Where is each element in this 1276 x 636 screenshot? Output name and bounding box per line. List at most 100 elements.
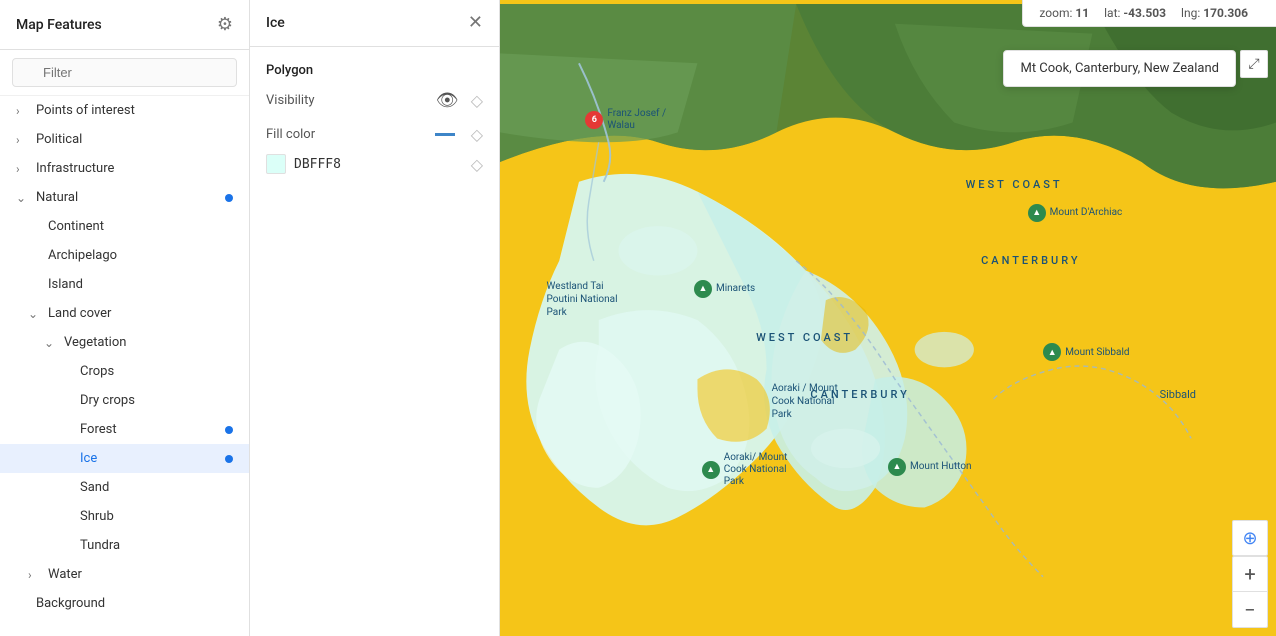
tree-item-label-background: Background [36, 596, 233, 611]
filter-wrap: ☰ [12, 58, 237, 87]
tree-item-label-sand: Sand [80, 480, 233, 495]
tree-item-label-island: Island [48, 277, 233, 292]
hutton-label: Mount Hutton [910, 461, 972, 472]
chevron-icon-water: › [28, 568, 44, 582]
aoraki-2-pin-circle: ▲ [702, 461, 720, 479]
mount-hutton-pin: ▲ Mount Hutton [888, 458, 972, 476]
visibility-label: Visibility [266, 93, 315, 108]
tree-item-infrastructure[interactable]: ›Infrastructure [0, 154, 249, 183]
lng-label: lng: 170.306 [1181, 6, 1248, 20]
left-header: Map Features ⚙ [0, 0, 249, 50]
chevron-icon-natural: ⌄ [16, 191, 32, 205]
tree-item-label-tundra: Tundra [80, 538, 233, 553]
mount-darchiac-pin: ▲ Mount D'Archiac [1028, 204, 1123, 222]
tree-item-political[interactable]: › Political [0, 125, 249, 154]
color-diamond-icon[interactable]: ◇ [471, 155, 483, 174]
tree-item-label-forest: Forest [80, 422, 221, 437]
tree-item-label-water: Water [48, 567, 233, 582]
fill-color-row: Fill color ◇ [266, 125, 483, 144]
middle-header: Ice ✕ [250, 0, 499, 47]
tree-item-forest[interactable]: Forest [0, 415, 249, 444]
polygon-label: Polygon [266, 63, 483, 78]
hutton-pin-circle: ▲ [888, 458, 906, 476]
zoom-label: zoom: 11 [1039, 6, 1089, 20]
tree-item-shrub[interactable]: Shrub [0, 502, 249, 531]
tree-item-label-continent: Continent [48, 219, 233, 234]
dot-indicator-ice [225, 455, 233, 463]
tree-item-points-of-interest[interactable]: › Points of interest [0, 96, 249, 125]
franz-josef-pin: 6 Franz Josef / Walau [585, 108, 667, 132]
color-preview[interactable]: DBFFF8 [266, 154, 341, 174]
tree-item-label-crops: Crops [80, 364, 233, 379]
tree-item-label-natural: Natural [36, 190, 221, 205]
map-topbar: zoom: 11 lat: -43.503 lng: 170.306 [1022, 0, 1276, 27]
visibility-icon[interactable]: 👁 [436, 90, 459, 111]
color-swatch-row: DBFFF8 ◇ [266, 154, 483, 174]
color-swatch [266, 154, 286, 174]
color-hex-value: DBFFF8 [294, 157, 341, 172]
close-button[interactable]: ✕ [468, 14, 483, 32]
zoom-in-button[interactable]: + [1232, 556, 1268, 592]
left-panel-title: Map Features [16, 17, 102, 33]
tree-item-archipelago[interactable]: Archipelago [0, 241, 249, 270]
fill-color-diamond-icon[interactable]: ◇ [471, 125, 483, 144]
mount-sibbald-pin: ▲ Mount Sibbald [1043, 343, 1129, 361]
locate-button[interactable]: ⊕ [1232, 520, 1268, 556]
minarets-pin: ▲ Minarets [694, 280, 755, 298]
dot-indicator-forest [225, 426, 233, 434]
tree-item-water[interactable]: › Water [0, 560, 249, 589]
franz-josef-label: Franz Josef / Walau [607, 108, 667, 132]
dot-indicator-natural [225, 194, 233, 202]
tree-item-label-political: Political [36, 132, 233, 147]
tree-container: ›Points of interest›Political›Infrastruc… [0, 96, 249, 618]
sibbald-label: Mount Sibbald [1065, 347, 1129, 358]
tree-item-label-archipelago: Archipelago [48, 248, 233, 263]
lat-label: lat: -43.503 [1104, 6, 1166, 20]
aoraki-2-pin: ▲ Aoraki/ Mount Cook National Park [702, 452, 794, 488]
tree-item-label-shrub: Shrub [80, 509, 233, 524]
tree-item-tundra[interactable]: Tundra [0, 531, 249, 560]
chevron-icon-political: › [16, 133, 32, 147]
tree-item-dry-crops[interactable]: Dry crops [0, 386, 249, 415]
visibility-diamond-icon[interactable]: ◇ [471, 91, 483, 110]
tree-item-label-dry-crops: Dry crops [80, 393, 233, 408]
minarets-label: Minarets [716, 283, 755, 294]
minarets-pin-circle: ▲ [694, 280, 712, 298]
lng-value: 170.306 [1203, 6, 1248, 20]
tree-item-land-cover[interactable]: ⌄Land cover [0, 299, 249, 328]
zoom-out-button[interactable]: − [1232, 592, 1268, 628]
darchiac-pin-circle: ▲ [1028, 204, 1046, 222]
left-panel: Map Features ⚙ ☰ › Points of interest › Pol… [0, 0, 250, 636]
tree-item-vegetation[interactable]: ⌄Vegetation [0, 328, 249, 357]
tree-item-label-ice: Ice [80, 451, 221, 466]
middle-panel-title: Ice [266, 15, 285, 31]
filter-bar: ☰ [0, 50, 249, 96]
middle-panel: Ice ✕ Polygon Visibility 👁 ◇ Fill color … [250, 0, 500, 636]
location-text: Mt Cook, Canterbury, New Zealand [1020, 61, 1219, 76]
filter-input[interactable] [12, 58, 237, 87]
tree-item-label-infrastructure: Infrastructure [36, 161, 233, 176]
tree-item-ice[interactable]: Ice [0, 444, 249, 473]
zoom-value: 11 [1075, 6, 1089, 20]
location-tooltip: Mt Cook, Canterbury, New Zealand [1003, 50, 1236, 87]
tree-item-crops[interactable]: Crops [0, 357, 249, 386]
tree-item-island[interactable]: Island [0, 270, 249, 299]
sibbald-pin-circle: ▲ [1043, 343, 1061, 361]
tree-item-label-points-of-interest: Points of interest [36, 103, 233, 118]
map-panel[interactable]: zoom: 11 lat: -43.503 lng: 170.306 Mt Co… [500, 0, 1276, 636]
lat-value: -43.503 [1123, 6, 1166, 20]
visibility-row: Visibility 👁 ◇ [266, 90, 483, 111]
chevron-icon-land-cover: ⌄ [28, 307, 44, 321]
map-svg [500, 0, 1276, 636]
tree-item-natural[interactable]: ⌄ Natural [0, 183, 249, 212]
fullscreen-button[interactable]: ⤢ [1240, 50, 1268, 78]
settings-icon[interactable]: ⚙ [217, 14, 233, 35]
fill-color-label: Fill color [266, 127, 315, 142]
tree-item-continent[interactable]: Continent [0, 212, 249, 241]
tree-item-background[interactable]: Background [0, 589, 249, 618]
franz-josef-pin-circle: 6 [585, 111, 603, 129]
tree-item-sand[interactable]: Sand [0, 473, 249, 502]
tree-item-label-vegetation: Vegetation [64, 335, 233, 350]
darchiac-label: Mount D'Archiac [1050, 207, 1123, 218]
chevron-icon-points-of-interest: › [16, 104, 32, 118]
